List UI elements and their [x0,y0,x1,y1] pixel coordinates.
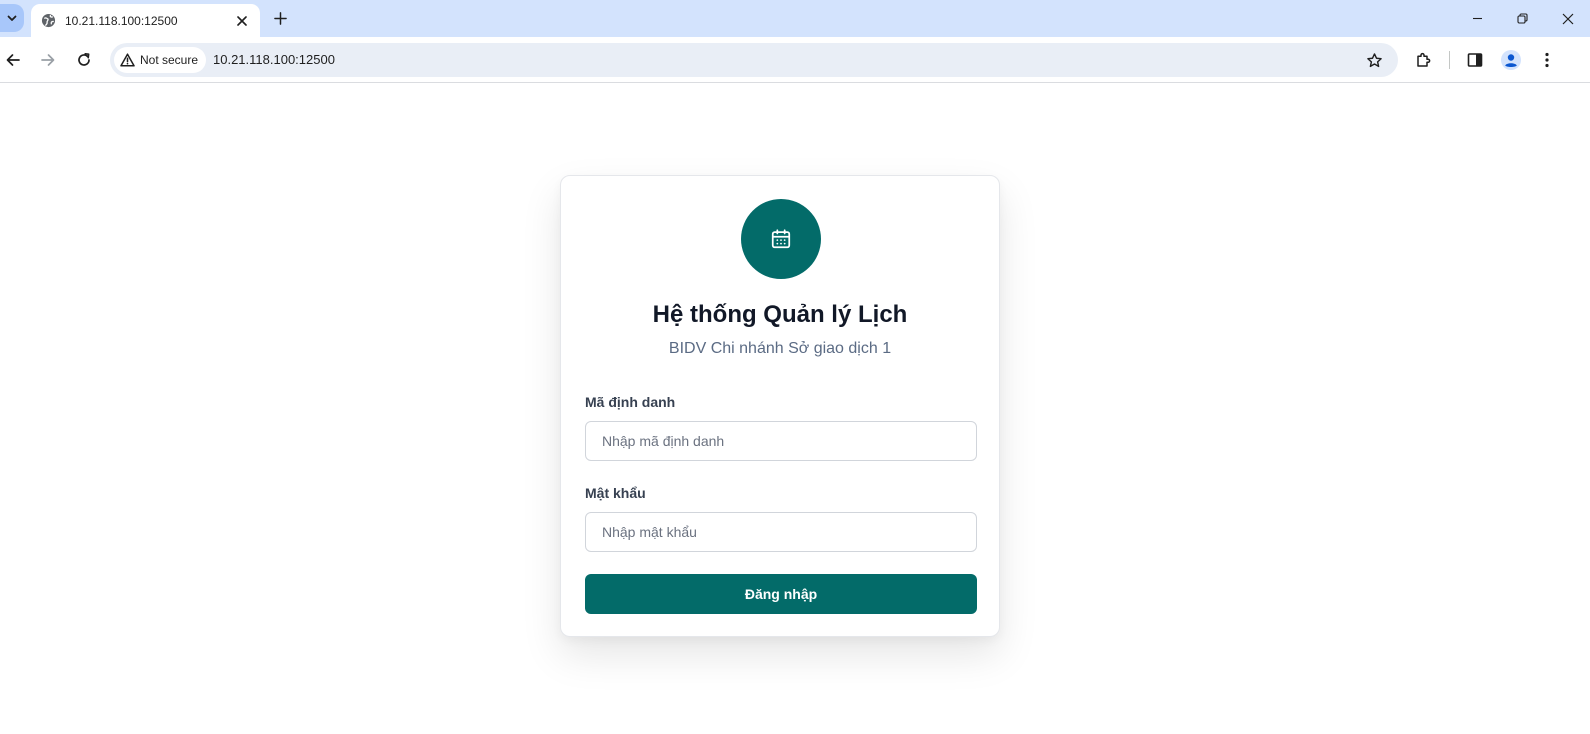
side-panel-button[interactable] [1464,49,1486,71]
globe-icon [41,13,56,28]
window-controls [1455,0,1590,37]
toolbar-divider [1449,51,1450,69]
browser-tab-strip: 10.21.118.100:12500 [0,0,1590,37]
security-chip[interactable]: Not secure [114,47,207,73]
password-label: Mật khẩu [585,485,646,501]
id-label: Mã định danh [585,394,676,410]
calendar-icon [771,229,791,249]
browser-toolbar: Not secure 10.21.118.100:12500 [0,37,1590,83]
page-title: Hệ thống Quản lý Lịch [652,301,908,328]
tab-title: 10.21.118.100:12500 [65,13,178,28]
close-icon [1562,13,1573,24]
menu-button[interactable] [1536,49,1558,71]
id-input[interactable] [585,421,977,461]
url-text: 10.21.118.100:12500 [213,52,335,67]
star-icon [1366,52,1382,67]
arrow-left-icon [6,54,20,66]
login-card: Hệ thống Quản lý Lịch BIDV Chi nhánh Sở … [560,175,1000,637]
new-tab-button[interactable] [270,8,290,28]
profile-button[interactable] [1500,49,1522,71]
bookmark-button[interactable] [1364,50,1384,70]
address-bar[interactable]: Not secure 10.21.118.100:12500 [110,43,1398,77]
tab-search-button[interactable] [0,4,24,32]
chevron-down-icon [7,15,17,21]
restore-icon [1517,13,1528,24]
close-tab-icon[interactable] [234,13,250,29]
close-window-button[interactable] [1545,0,1590,37]
login-button[interactable]: Đăng nhập [585,574,977,614]
minimize-icon [1473,17,1482,20]
password-input[interactable] [585,512,977,552]
side-panel-icon [1467,53,1483,67]
avatar-icon [1501,50,1521,70]
reload-button[interactable] [72,48,96,72]
browser-tab[interactable]: 10.21.118.100:12500 [31,4,260,37]
warning-icon [120,53,135,67]
plus-icon [273,11,287,25]
restore-button[interactable] [1500,0,1545,37]
more-vertical-icon [1545,52,1549,68]
arrow-right-icon [41,54,55,66]
page-subtitle: BIDV Chi nhánh Sở giao dịch 1 [668,340,892,357]
back-button[interactable] [1,48,25,72]
reload-icon [78,52,90,66]
puzzle-icon [1417,52,1431,67]
minimize-button[interactable] [1455,0,1500,37]
page-viewport: Hệ thống Quản lý Lịch BIDV Chi nhánh Sở … [0,84,1590,734]
forward-button[interactable] [36,48,60,72]
security-label: Not secure [140,53,199,67]
extensions-button[interactable] [1413,49,1435,71]
app-logo [741,199,821,279]
